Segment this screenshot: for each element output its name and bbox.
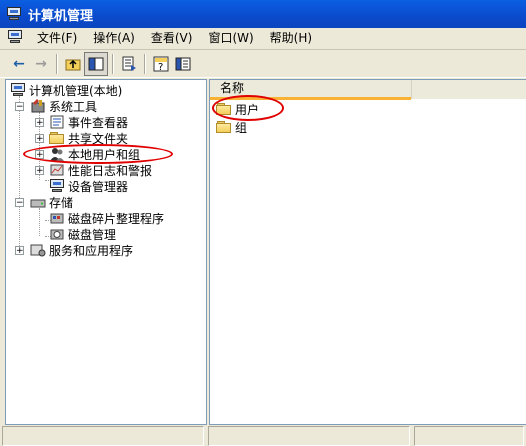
svg-text:?: ? [158,62,163,72]
result-pane[interactable]: 名称 用户 组 [209,79,526,425]
menu-window[interactable]: 窗口(W) [200,29,261,48]
menu-action[interactable]: 操作(A) [85,29,143,48]
expand-local-users-groups[interactable]: + [35,150,44,160]
device-manager-icon [49,178,65,194]
column-header-name[interactable]: 名称 [210,80,411,100]
list-item[interactable]: 用户 [216,100,259,118]
tree-item-label: 事件查看器 [68,115,129,130]
show-hide-tree-icon [88,57,104,70]
up-one-level-button[interactable] [62,53,84,75]
shared-folder-icon [49,130,65,146]
tree-item-services-apps[interactable]: 服务和应用程序 [30,242,133,258]
list-item-label: 组 [235,120,248,135]
tree-item-defrag[interactable]: 磁盘碎片整理程序 [49,210,164,226]
status-panel [2,426,204,446]
column-header-label: 名称 [220,81,245,95]
tree-item-local-users-groups[interactable]: 本地用户和组 [49,146,140,162]
export-list-icon [122,56,136,71]
help-icon: ? [153,56,169,72]
menu-view[interactable]: 查看(V) [143,29,201,48]
back-button[interactable]: ← [8,53,30,75]
console-tree[interactable]: 计算机管理(本地) − 系统工具 + 事件查看器 + 共享文件夹 + 本地用户和… [5,79,207,425]
tree-item-root[interactable]: 计算机管理(本地) [10,82,122,98]
tree-item-shared-folders[interactable]: 共享文件夹 [49,130,128,146]
tree-item-label: 磁盘管理 [68,227,117,242]
toolbar-separator [144,53,146,74]
menu-file[interactable]: 文件(F) [29,29,85,48]
tree-item-label: 计算机管理(本地) [29,83,123,98]
performance-logs-icon [49,162,65,178]
status-panel [414,426,524,446]
computer-management-icon [10,82,26,98]
tree-item-system-tools[interactable]: 系统工具 [30,98,97,114]
list-item[interactable]: 组 [216,118,247,136]
list-item-label: 用户 [235,102,260,117]
properties-button[interactable] [172,53,194,75]
tree-item-device-manager[interactable]: 设备管理器 [49,178,128,194]
collapse-system-tools[interactable]: − [15,102,24,112]
menu-bar: 文件(F) 操作(A) 查看(V) 窗口(W) 帮助(H) [0,28,526,50]
system-menu-icon[interactable] [7,30,23,47]
toolbar: ← → ? [0,50,526,78]
up-folder-icon [65,59,81,70]
defrag-icon [49,210,65,226]
tree-item-storage[interactable]: 存储 [30,194,73,210]
title-bar[interactable]: 计算机管理 [0,0,526,28]
tree-item-performance-logs[interactable]: 性能日志和警报 [49,162,152,178]
event-viewer-icon [49,114,65,130]
tree-item-label: 共享文件夹 [68,131,129,146]
computer-management-window: 计算机管理 文件(F) 操作(A) 查看(V) 窗口(W) 帮助(H) ← → [0,0,526,446]
export-list-button[interactable] [118,53,140,75]
main-area: 计算机管理(本地) − 系统工具 + 事件查看器 + 共享文件夹 + 本地用户和… [0,79,526,425]
toolbar-separator [56,53,58,74]
tree-item-label: 本地用户和组 [68,147,141,162]
tree-item-disk-management[interactable]: 磁盘管理 [49,226,116,242]
expand-event-viewer[interactable]: + [35,118,44,128]
collapse-storage[interactable]: − [15,198,24,208]
menu-help[interactable]: 帮助(H) [262,29,320,48]
users-icon [49,146,65,162]
forward-button[interactable]: → [30,53,52,75]
tree-item-label: 性能日志和警报 [68,163,153,178]
forward-arrow-icon: → [35,55,47,72]
services-apps-icon [30,242,46,258]
folder-icon [216,101,232,117]
column-header-empty [411,80,526,99]
folder-icon [216,119,232,135]
tree-item-label: 系统工具 [49,99,98,114]
tree-item-label: 存储 [49,195,74,210]
computer-management-icon [6,7,22,21]
status-bar [0,425,526,446]
tree-item-label: 设备管理器 [68,179,129,194]
show-hide-tree-button[interactable] [84,51,108,76]
tree-connector [19,96,20,254]
expand-services-apps[interactable]: + [15,246,24,256]
back-arrow-icon: ← [13,55,25,72]
tree-connector [39,208,40,236]
tree-item-label: 服务和应用程序 [49,243,134,258]
expand-performance-logs[interactable]: + [35,166,44,176]
help-button[interactable]: ? [150,53,172,75]
window-title: 计算机管理 [28,8,94,24]
tree-item-event-viewer[interactable]: 事件查看器 [49,114,128,130]
expand-shared-folders[interactable]: + [35,134,44,144]
properties-icon [175,57,191,70]
status-panel [208,426,410,446]
tree-item-label: 磁盘碎片整理程序 [68,211,165,226]
system-tools-icon [30,98,46,114]
toolbar-separator [112,53,114,74]
disk-management-icon [49,226,65,242]
storage-icon [30,194,46,210]
